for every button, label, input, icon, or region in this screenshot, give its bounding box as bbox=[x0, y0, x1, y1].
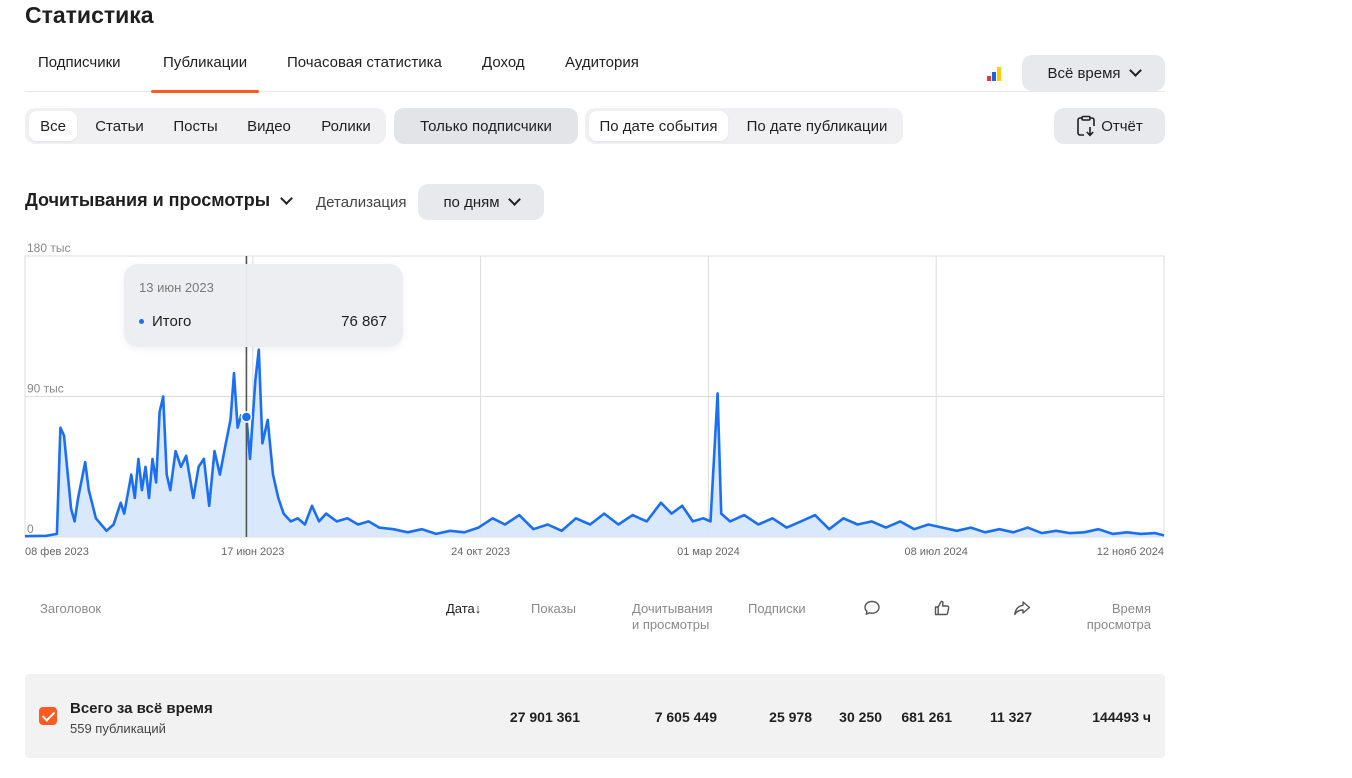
total-reads: 7 605 449 bbox=[654, 709, 717, 725]
chart-tooltip: 13 июн 2023 Итого 76 867 bbox=[124, 264, 403, 347]
total-likes: 681 261 bbox=[901, 709, 952, 725]
col-time-line2: просмотра bbox=[1086, 617, 1151, 632]
hover-point bbox=[240, 411, 253, 423]
like-icon[interactable] bbox=[933, 599, 951, 617]
x-tick-label: 12 нояб 2024 bbox=[1097, 546, 1164, 558]
sort-down-icon: ↓ bbox=[474, 601, 482, 616]
x-tick-label: 01 мар 2024 bbox=[677, 546, 740, 558]
series-area bbox=[25, 349, 1164, 537]
chevron-down-icon bbox=[1128, 64, 1142, 77]
date-mode-switch: По дате события По дате публикации bbox=[585, 108, 903, 144]
tab-subscribers[interactable]: Подписчики bbox=[26, 54, 133, 92]
filter-posts[interactable]: Посты bbox=[162, 111, 229, 141]
tooltip-series-name: Итого bbox=[152, 313, 192, 330]
tab-income[interactable]: Доход bbox=[470, 54, 537, 92]
metric-label: Дочитывания и просмотры bbox=[25, 190, 271, 210]
col-impressions[interactable]: Показы bbox=[531, 601, 576, 617]
subscribers-only-toggle[interactable]: Только подписчики bbox=[394, 108, 578, 144]
y-tick-label: 180 тыс bbox=[27, 241, 70, 255]
col-title[interactable]: Заголовок bbox=[40, 601, 101, 617]
tab-audience[interactable]: Аудитория bbox=[553, 54, 651, 92]
page-title: Статистика bbox=[25, 2, 154, 28]
metric-select[interactable]: Дочитывания и просмотры bbox=[25, 190, 293, 211]
by-event-date[interactable]: По дате события bbox=[589, 111, 728, 141]
x-tick-label: 08 июл 2024 bbox=[905, 546, 968, 558]
metrica-logo-icon[interactable] bbox=[986, 65, 1004, 81]
report-label: Отчёт bbox=[1101, 117, 1143, 135]
col-reads-line1: Дочитывания bbox=[632, 601, 713, 616]
content-type-filter: Все Статьи Посты Видео Ролики bbox=[25, 108, 386, 144]
comment-icon[interactable] bbox=[863, 599, 881, 617]
tooltip-date: 13 июн 2023 bbox=[139, 280, 214, 295]
col-view-time[interactable]: Время просмотра bbox=[1080, 601, 1151, 633]
report-button[interactable]: Отчёт bbox=[1054, 108, 1165, 144]
x-tick-label: 08 фев 2023 bbox=[25, 546, 89, 558]
period-select-label: Всё время bbox=[1047, 64, 1121, 82]
filter-shorts[interactable]: Ролики bbox=[309, 111, 383, 141]
by-publication-date[interactable]: По дате публикации bbox=[735, 111, 899, 141]
filter-video[interactable]: Видео bbox=[235, 111, 303, 141]
col-reads-line2: и просмотры bbox=[632, 617, 710, 632]
tooltip-value: 76 867 bbox=[341, 313, 387, 330]
x-tick-label: 17 июн 2023 bbox=[221, 546, 284, 558]
detail-label: Детализация bbox=[316, 194, 407, 211]
chevron-down-icon bbox=[280, 191, 293, 205]
col-subscriptions[interactable]: Подписки bbox=[748, 601, 806, 617]
report-download-icon bbox=[1077, 115, 1096, 137]
x-tick-label: 24 окт 2023 bbox=[451, 546, 510, 558]
series-dot-icon bbox=[139, 319, 144, 324]
chevron-down-icon bbox=[507, 193, 521, 206]
total-title: Всего за всё время bbox=[70, 700, 213, 717]
share-icon[interactable] bbox=[1013, 599, 1031, 617]
total-row: Всего за всё время 559 публикаций 27 901… bbox=[25, 674, 1165, 758]
total-comments: 30 250 bbox=[839, 709, 882, 725]
total-subtitle: 559 публикаций bbox=[70, 721, 166, 736]
y-tick-label: 0 bbox=[27, 522, 34, 536]
col-date[interactable]: Дата↓ bbox=[446, 601, 481, 617]
total-view-time: 144493 ч bbox=[1092, 709, 1151, 725]
total-subscriptions: 25 978 bbox=[769, 709, 812, 725]
total-impressions: 27 901 361 bbox=[509, 709, 580, 725]
detail-select[interactable]: по дням bbox=[418, 184, 544, 220]
total-checkbox[interactable] bbox=[39, 707, 57, 725]
tab-hourly[interactable]: Почасовая статистика bbox=[275, 54, 454, 92]
tab-publications[interactable]: Публикации bbox=[151, 54, 260, 93]
filter-all[interactable]: Все bbox=[29, 111, 77, 141]
y-tick-label: 90 тыс bbox=[27, 382, 64, 396]
detail-value: по дням bbox=[443, 193, 500, 211]
col-reads[interactable]: Дочитывания и просмотры bbox=[632, 601, 713, 633]
filter-articles[interactable]: Статьи bbox=[83, 111, 156, 141]
col-date-label: Дата bbox=[446, 601, 475, 616]
period-select[interactable]: Всё время bbox=[1022, 55, 1165, 91]
col-time-line1: Время bbox=[1111, 601, 1151, 616]
total-shares: 11 327 bbox=[989, 709, 1032, 725]
